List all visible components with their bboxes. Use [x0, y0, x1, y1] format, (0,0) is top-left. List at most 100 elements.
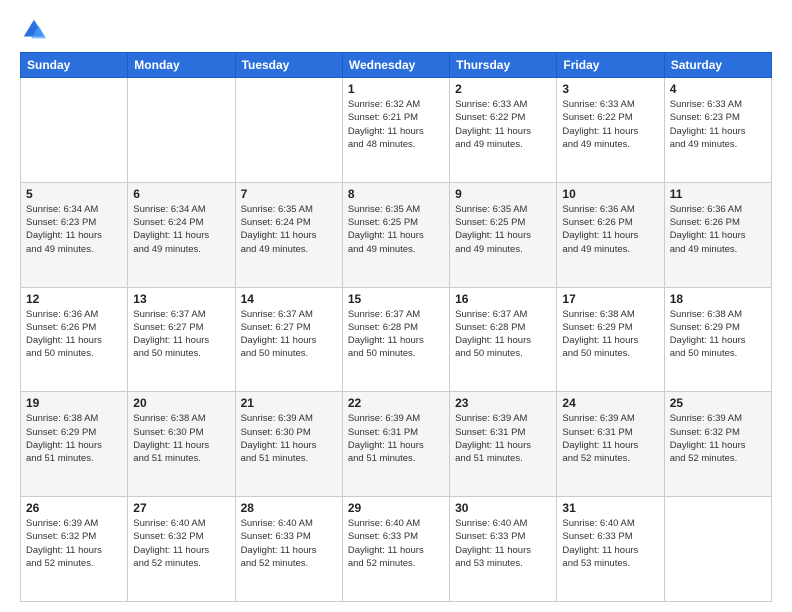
- day-info: Sunrise: 6:35 AMSunset: 6:24 PMDaylight:…: [241, 203, 337, 256]
- day-info: Sunrise: 6:34 AMSunset: 6:24 PMDaylight:…: [133, 203, 229, 256]
- day-number: 30: [455, 501, 551, 515]
- day-number: 25: [670, 396, 766, 410]
- calendar-cell: 17Sunrise: 6:38 AMSunset: 6:29 PMDayligh…: [557, 287, 664, 392]
- calendar-cell: 10 Sunrise: 6:36 AMSunset: 6:26 PMDayligh…: [557, 182, 664, 287]
- day-number: 9: [455, 187, 551, 201]
- calendar-cell: 7 Sunrise: 6:35 AMSunset: 6:24 PMDaylight…: [235, 182, 342, 287]
- calendar-cell: 9Sunrise: 6:35 AMSunset: 6:25 PMDaylight…: [450, 182, 557, 287]
- day-info: Sunrise: 6:39 AMSunset: 6:31 PMDaylight:…: [562, 412, 658, 465]
- day-number: 28: [241, 501, 337, 515]
- day-info: Sunrise: 6:40 AMSunset: 6:33 PMDaylight:…: [348, 517, 444, 570]
- header: [20, 16, 772, 44]
- day-number: 7: [241, 187, 337, 201]
- calendar-cell: 26 Sunrise: 6:39 AMSunset: 6:32 PMDayligh…: [21, 497, 128, 602]
- day-number: 24: [562, 396, 658, 410]
- calendar-cell: [235, 78, 342, 183]
- day-number: 16: [455, 292, 551, 306]
- day-number: 13: [133, 292, 229, 306]
- day-number: 11: [670, 187, 766, 201]
- weekday-header-thursday: Thursday: [450, 53, 557, 78]
- calendar-cell: 24 Sunrise: 6:39 AMSunset: 6:31 PMDayligh…: [557, 392, 664, 497]
- day-info: Sunrise: 6:33 AMSunset: 6:23 PMDaylight:…: [670, 98, 766, 151]
- calendar-cell: 8 Sunrise: 6:35 AMSunset: 6:25 PMDaylight…: [342, 182, 449, 287]
- day-info: Sunrise: 6:38 AMSunset: 6:29 PMDaylight:…: [26, 412, 122, 465]
- day-info: Sunrise: 6:39 AMSunset: 6:31 PMDaylight:…: [455, 412, 551, 465]
- calendar-cell: [128, 78, 235, 183]
- weekday-header-sunday: Sunday: [21, 53, 128, 78]
- logo-icon: [20, 16, 48, 44]
- day-info: Sunrise: 6:33 AMSunset: 6:22 PMDaylight:…: [455, 98, 551, 151]
- calendar-cell: [21, 78, 128, 183]
- calendar-cell: 13 Sunrise: 6:37 AMSunset: 6:27 PMDayligh…: [128, 287, 235, 392]
- calendar-cell: 30 Sunrise: 6:40 AMSunset: 6:33 PMDayligh…: [450, 497, 557, 602]
- calendar-cell: 19 Sunrise: 6:38 AMSunset: 6:29 PMDayligh…: [21, 392, 128, 497]
- calendar-cell: 6 Sunrise: 6:34 AMSunset: 6:24 PMDaylight…: [128, 182, 235, 287]
- weekday-header-saturday: Saturday: [664, 53, 771, 78]
- day-info: Sunrise: 6:39 AMSunset: 6:31 PMDaylight:…: [348, 412, 444, 465]
- day-number: 31: [562, 501, 658, 515]
- day-info: Sunrise: 6:37 AMSunset: 6:27 PMDaylight:…: [133, 308, 229, 361]
- day-number: 20: [133, 396, 229, 410]
- calendar-table: SundayMondayTuesdayWednesdayThursdayFrid…: [20, 52, 772, 602]
- day-info: Sunrise: 6:40 AMSunset: 6:33 PMDaylight:…: [455, 517, 551, 570]
- calendar-cell: 22 Sunrise: 6:39 AMSunset: 6:31 PMDayligh…: [342, 392, 449, 497]
- calendar-cell: 2 Sunrise: 6:33 AMSunset: 6:22 PMDaylight…: [450, 78, 557, 183]
- day-info: Sunrise: 6:36 AMSunset: 6:26 PMDaylight:…: [26, 308, 122, 361]
- calendar-cell: 21Sunrise: 6:39 AMSunset: 6:30 PMDayligh…: [235, 392, 342, 497]
- day-info: Sunrise: 6:38 AMSunset: 6:29 PMDaylight:…: [670, 308, 766, 361]
- day-number: 1: [348, 82, 444, 96]
- calendar-cell: 18 Sunrise: 6:38 AMSunset: 6:29 PMDayligh…: [664, 287, 771, 392]
- weekday-header-monday: Monday: [128, 53, 235, 78]
- day-info: Sunrise: 6:36 AMSunset: 6:26 PMDaylight:…: [562, 203, 658, 256]
- calendar-cell: 3 Sunrise: 6:33 AMSunset: 6:22 PMDaylight…: [557, 78, 664, 183]
- day-number: 2: [455, 82, 551, 96]
- calendar-cell: 20Sunrise: 6:38 AMSunset: 6:30 PMDayligh…: [128, 392, 235, 497]
- day-number: 14: [241, 292, 337, 306]
- calendar-week-4: 26 Sunrise: 6:39 AMSunset: 6:32 PMDayligh…: [21, 497, 772, 602]
- calendar-cell: 4 Sunrise: 6:33 AMSunset: 6:23 PMDaylight…: [664, 78, 771, 183]
- calendar-cell: 5Sunrise: 6:34 AMSunset: 6:23 PMDaylight…: [21, 182, 128, 287]
- day-number: 26: [26, 501, 122, 515]
- day-number: 29: [348, 501, 444, 515]
- day-number: 15: [348, 292, 444, 306]
- day-number: 21: [241, 396, 337, 410]
- day-info: Sunrise: 6:35 AMSunset: 6:25 PMDaylight:…: [348, 203, 444, 256]
- weekday-header-row: SundayMondayTuesdayWednesdayThursdayFrid…: [21, 53, 772, 78]
- day-number: 3: [562, 82, 658, 96]
- day-info: Sunrise: 6:34 AMSunset: 6:23 PMDaylight:…: [26, 203, 122, 256]
- weekday-header-wednesday: Wednesday: [342, 53, 449, 78]
- day-number: 18: [670, 292, 766, 306]
- day-info: Sunrise: 6:33 AMSunset: 6:22 PMDaylight:…: [562, 98, 658, 151]
- day-info: Sunrise: 6:40 AMSunset: 6:32 PMDaylight:…: [133, 517, 229, 570]
- day-info: Sunrise: 6:37 AMSunset: 6:28 PMDaylight:…: [455, 308, 551, 361]
- day-number: 10: [562, 187, 658, 201]
- day-info: Sunrise: 6:37 AMSunset: 6:27 PMDaylight:…: [241, 308, 337, 361]
- day-info: Sunrise: 6:37 AMSunset: 6:28 PMDaylight:…: [348, 308, 444, 361]
- day-info: Sunrise: 6:40 AMSunset: 6:33 PMDaylight:…: [241, 517, 337, 570]
- day-number: 6: [133, 187, 229, 201]
- logo: [20, 16, 52, 44]
- day-number: 19: [26, 396, 122, 410]
- weekday-header-tuesday: Tuesday: [235, 53, 342, 78]
- day-number: 17: [562, 292, 658, 306]
- day-info: Sunrise: 6:40 AMSunset: 6:33 PMDaylight:…: [562, 517, 658, 570]
- calendar-cell: 16 Sunrise: 6:37 AMSunset: 6:28 PMDayligh…: [450, 287, 557, 392]
- day-number: 4: [670, 82, 766, 96]
- day-number: 22: [348, 396, 444, 410]
- day-info: Sunrise: 6:39 AMSunset: 6:32 PMDaylight:…: [670, 412, 766, 465]
- calendar-week-0: 1Sunrise: 6:32 AMSunset: 6:21 PMDaylight…: [21, 78, 772, 183]
- calendar-cell: [664, 497, 771, 602]
- page: SundayMondayTuesdayWednesdayThursdayFrid…: [0, 0, 792, 612]
- day-info: Sunrise: 6:36 AMSunset: 6:26 PMDaylight:…: [670, 203, 766, 256]
- calendar-cell: 15 Sunrise: 6:37 AMSunset: 6:28 PMDayligh…: [342, 287, 449, 392]
- calendar-cell: 31 Sunrise: 6:40 AMSunset: 6:33 PMDayligh…: [557, 497, 664, 602]
- day-number: 8: [348, 187, 444, 201]
- calendar-cell: 11 Sunrise: 6:36 AMSunset: 6:26 PMDayligh…: [664, 182, 771, 287]
- day-info: Sunrise: 6:39 AMSunset: 6:32 PMDaylight:…: [26, 517, 122, 570]
- day-number: 27: [133, 501, 229, 515]
- calendar-cell: 27 Sunrise: 6:40 AMSunset: 6:32 PMDayligh…: [128, 497, 235, 602]
- calendar-week-2: 12Sunrise: 6:36 AMSunset: 6:26 PMDayligh…: [21, 287, 772, 392]
- calendar-cell: 14 Sunrise: 6:37 AMSunset: 6:27 PMDayligh…: [235, 287, 342, 392]
- calendar-cell: 29 Sunrise: 6:40 AMSunset: 6:33 PMDayligh…: [342, 497, 449, 602]
- weekday-header-friday: Friday: [557, 53, 664, 78]
